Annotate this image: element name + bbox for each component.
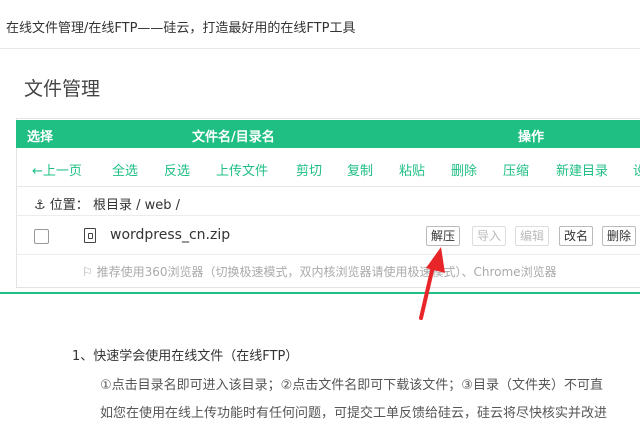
extract-button[interactable]: 解压 [426,226,461,246]
row-checkbox[interactable] [34,229,49,244]
help-heading: 1、快速学会使用在线文件（在线FTP） [72,349,299,364]
zip-file-icon [84,228,96,243]
header-filename: 文件名/目录名 [192,130,275,145]
help-line-1: ①点击目录名即可进入该目录；②点击文件名即可下载该文件；③目录（文件夹）不可直 [100,378,603,393]
edit-button[interactable]: 编辑 [515,226,550,246]
browser-notice: ⚐ 推荐使用360浏览器（切换极速模式，双内核浏览器请使用极速模式）、Chrom… [82,263,557,280]
location-path[interactable]: 根目录 / web / [93,198,180,213]
select-all-button[interactable]: 全选 [112,160,138,179]
page-header-title: 在线文件管理/在线FTP——硅云，打造最好用的在线FTP工具 [6,21,356,36]
prev-page-button[interactable]: ←上一页 [32,160,82,179]
copy-button[interactable]: 复制 [347,160,373,179]
section-title: 文件管理 [24,78,101,100]
delete-button[interactable]: 删除 [451,160,477,179]
browser-notice-text: 推荐使用360浏览器（切换极速模式，双内核浏览器请使用极速模式）、Chrome浏… [96,265,557,279]
header-actions: 操作 [518,130,545,145]
help-line-2: 如您在使用在线上传功能时有任何问题，可提交工单反馈给硅云，硅云将尽快核实并改进 [100,406,608,421]
anchor-icon: ⚓ [34,198,46,213]
import-button[interactable]: 导入 [472,226,507,246]
row-divider [16,254,640,255]
cut-button[interactable]: 剪切 [296,160,322,179]
header-select: 选择 [27,130,54,145]
compress-button[interactable]: 压缩 [503,160,529,179]
table-header: 选择 文件名/目录名 操作 [16,120,640,148]
upload-file-button[interactable]: 上传文件 [216,160,268,179]
header-divider [0,48,640,49]
rename-button[interactable]: 改名 [559,226,594,246]
new-directory-button[interactable]: 新建目录 [556,160,608,179]
toolbar: ←上一页 全选 反选 上传文件 剪切 复制 粘贴 删除 压缩 新建目录 设 [16,150,640,187]
invert-selection-button[interactable]: 反选 [164,160,190,179]
location-breadcrumb: ⚓ 位置： 根目录 / web / [34,194,180,213]
location-divider [16,215,640,216]
table-row: wordpress_cn.zip 解压 导入 编辑 改名 删除 [16,221,640,253]
flag-icon: ⚐ [82,265,93,279]
file-name[interactable]: wordpress_cn.zip [110,227,230,243]
location-label: 位置： [49,198,89,213]
section-divider [0,292,640,294]
paste-button[interactable]: 粘贴 [399,160,425,179]
row-delete-button[interactable]: 删除 [602,226,637,246]
settings-button[interactable]: 设 [633,160,640,179]
